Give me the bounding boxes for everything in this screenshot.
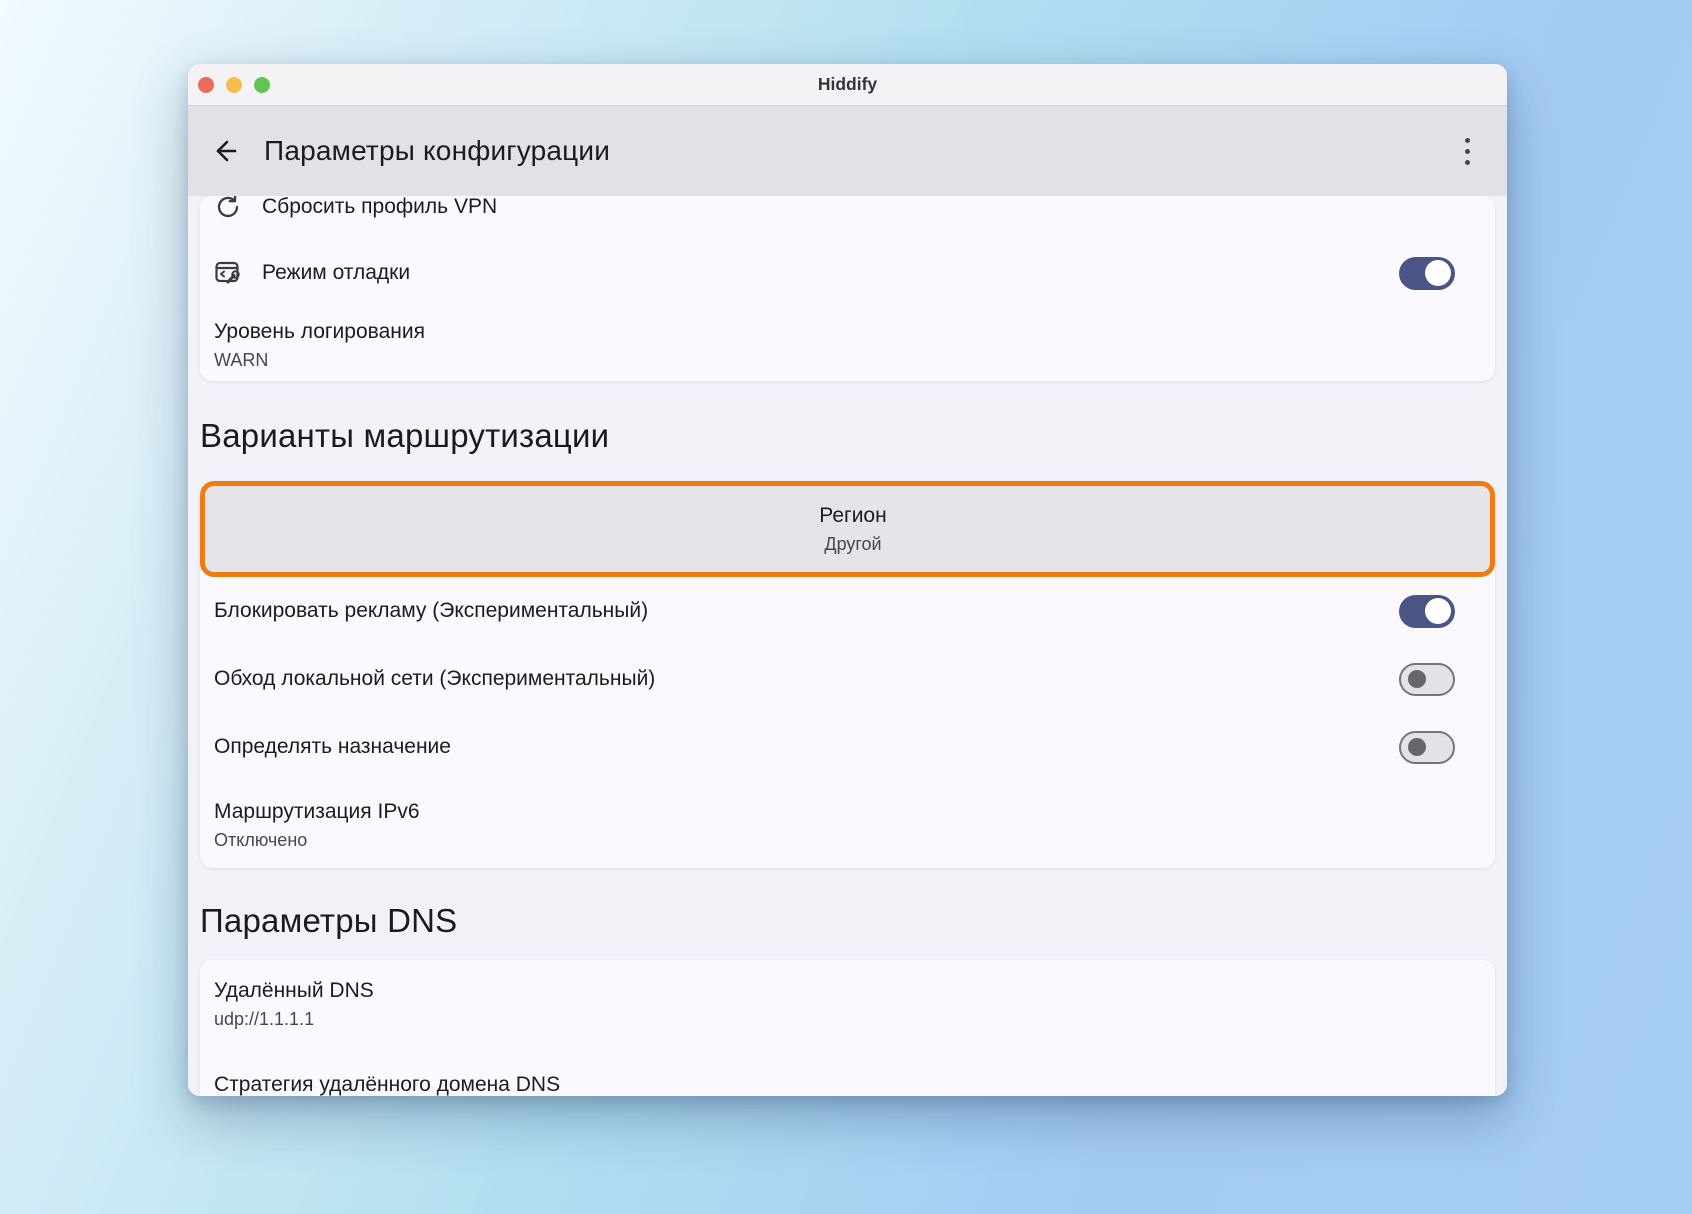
- routing-options-card: Регион Другой Блокировать рекламу (Экспе…: [200, 481, 1495, 868]
- remote-dns-row[interactable]: Удалённый DNS udp://1.1.1.1: [200, 978, 1495, 1030]
- row-title: Стратегия удалённого домена DNS: [214, 1073, 561, 1096]
- hiddify-window: Hiddify Параметры конфигурации Сбросить …: [188, 64, 1507, 1096]
- row-value: udp://1.1.1.1: [214, 1009, 315, 1029]
- block-ads-row[interactable]: Блокировать рекламу (Экспериментальный): [200, 577, 1495, 645]
- reset-vpn-profile-row[interactable]: Сбросить профиль VPN: [200, 196, 1495, 238]
- resolve-destination-toggle[interactable]: [1399, 730, 1455, 764]
- row-title: Удалённый DNS: [214, 979, 374, 1002]
- debug-mode-toggle[interactable]: [1399, 256, 1455, 290]
- resolve-destination-row[interactable]: Определять назначение: [200, 713, 1495, 781]
- settings-content: Сбросить профиль VPN Режим отладки Урове…: [188, 196, 1507, 1096]
- page-title: Параметры конфигурации: [264, 135, 611, 166]
- row-title: Сбросить профиль VPN: [262, 196, 498, 218]
- debug-mode-row[interactable]: Режим отладки: [200, 238, 1495, 308]
- row-value: Другой: [824, 534, 882, 554]
- bypass-lan-row[interactable]: Обход локальной сети (Экспериментальный): [200, 645, 1495, 713]
- row-title: Обход локальной сети (Экспериментальный): [214, 667, 656, 690]
- row-title: Уровень логирования: [214, 319, 425, 343]
- remote-dns-domain-strategy-row[interactable]: Стратегия удалённого домена DNS: [200, 1072, 1495, 1096]
- back-arrow-icon: [209, 136, 239, 166]
- section-header-routing: Варианты маршрутизации: [200, 417, 610, 454]
- titlebar: Hiddify: [188, 64, 1507, 106]
- block-ads-toggle[interactable]: [1399, 594, 1455, 628]
- window-title: Hiddify: [817, 74, 878, 94]
- app-header: Параметры конфигурации: [188, 106, 1507, 196]
- row-title: Маршрутизация IPv6: [214, 799, 420, 823]
- general-settings-card: Сбросить профиль VPN Режим отладки Урове…: [200, 196, 1495, 381]
- region-row-highlighted[interactable]: Регион Другой: [200, 481, 1495, 577]
- row-title: Блокировать рекламу (Экспериментальный): [214, 599, 649, 622]
- bypass-lan-toggle[interactable]: [1399, 662, 1455, 696]
- row-title: Определять назначение: [214, 735, 451, 758]
- kebab-menu-icon: [1464, 137, 1470, 143]
- more-options-button[interactable]: [1455, 131, 1479, 171]
- section-header-dns: Параметры DNS: [200, 902, 458, 939]
- ipv6-routing-row[interactable]: Маршрутизация IPv6 Отключено: [200, 781, 1495, 868]
- refresh-icon: [213, 196, 243, 220]
- row-value: WARN: [214, 349, 269, 370]
- row-title: Регион: [819, 504, 887, 527]
- back-button[interactable]: [206, 133, 242, 169]
- debug-console-icon: [213, 259, 243, 287]
- row-value: Отключено: [214, 829, 308, 850]
- row-title: Режим отладки: [262, 261, 411, 284]
- log-level-row[interactable]: Уровень логирования WARN: [200, 308, 1495, 381]
- dns-options-card: Удалённый DNS udp://1.1.1.1 Стратегия уд…: [200, 960, 1495, 1096]
